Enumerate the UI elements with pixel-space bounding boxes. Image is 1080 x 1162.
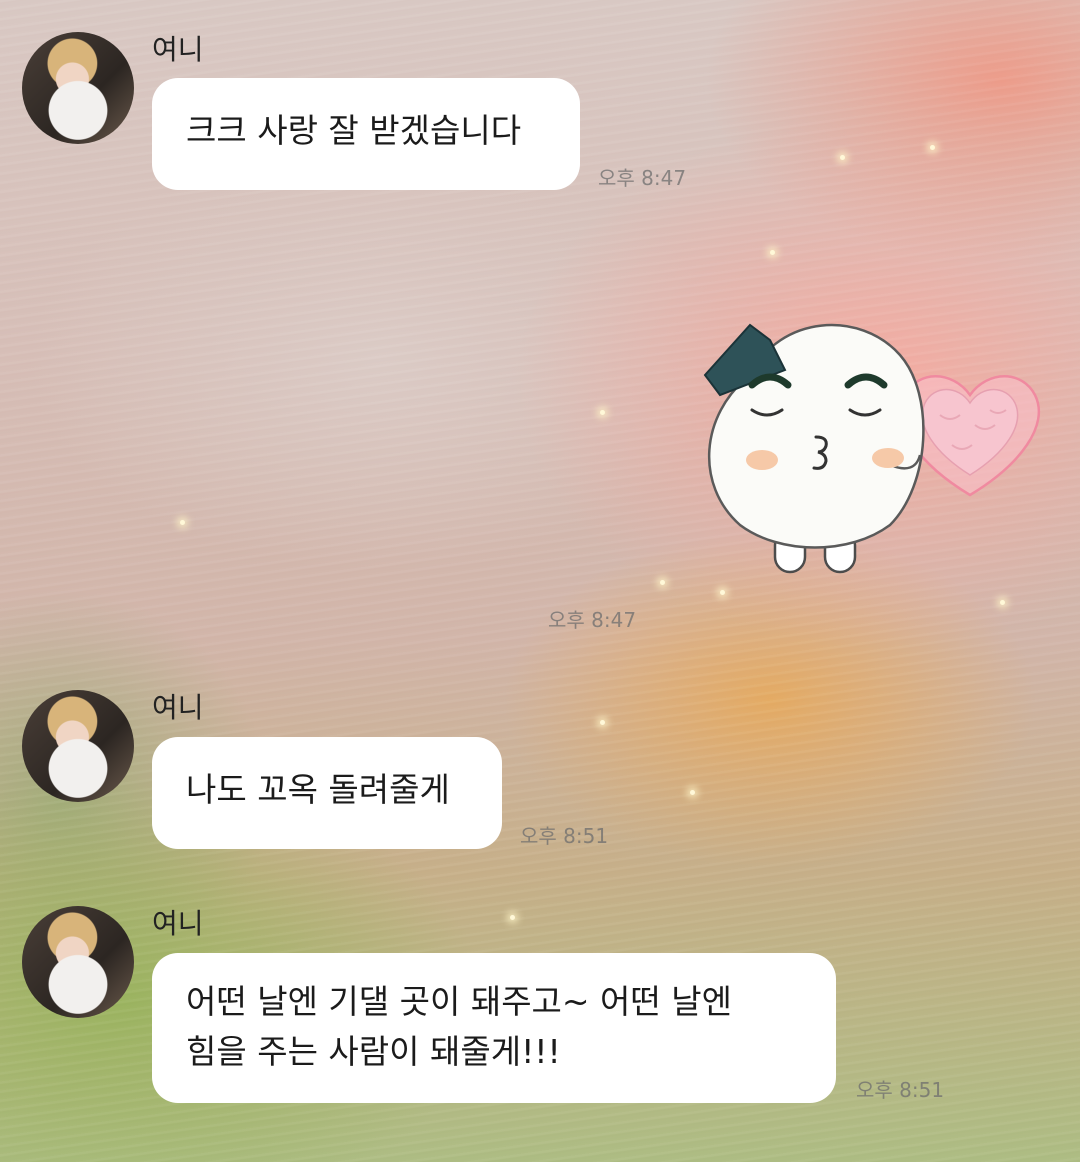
message-text-line: 힘을 주는 사람이 돼줄게!!! (186, 1032, 561, 1071)
avatar[interactable] (22, 690, 134, 802)
sparkle (180, 520, 185, 525)
rice-ball-kiss-heart-sticker[interactable] (690, 315, 1050, 585)
rice-ball-icon (703, 323, 925, 574)
sparkle (1000, 600, 1005, 605)
sender-name: 여니 (152, 33, 204, 66)
message-text-line: 어떤 날엔 기댈 곳이 돼주고~ 어떤 날엔 (186, 982, 732, 1021)
message-text: 크크 사랑 잘 받겠습니다 (186, 111, 522, 150)
sparkle (600, 410, 605, 415)
message-time: 오후 8:47 (598, 166, 687, 190)
sparkle (510, 915, 515, 920)
sparkle (840, 155, 845, 160)
sparkle (930, 145, 935, 150)
avatar[interactable] (22, 32, 134, 144)
sender-name: 여니 (152, 691, 204, 724)
sparkle (690, 790, 695, 795)
message-text: 나도 꼬옥 돌려줄게 (186, 770, 450, 809)
message-time: 오후 8:47 (548, 608, 637, 632)
sparkle (720, 590, 725, 595)
sparkle (600, 720, 605, 725)
message-bubble[interactable]: 어떤 날엔 기댈 곳이 돼주고~ 어떤 날엔 힘을 주는 사람이 돼줄게!!! (152, 953, 836, 1103)
message-time: 오후 8:51 (856, 1078, 945, 1102)
message-bubble[interactable]: 나도 꼬옥 돌려줄게 (152, 737, 502, 849)
message-bubble[interactable]: 크크 사랑 잘 받겠습니다 (152, 78, 580, 190)
sender-name: 여니 (152, 907, 204, 940)
sparkle (660, 580, 665, 585)
message-time: 오후 8:51 (520, 824, 609, 848)
avatar[interactable] (22, 906, 134, 1018)
sparkle (770, 250, 775, 255)
